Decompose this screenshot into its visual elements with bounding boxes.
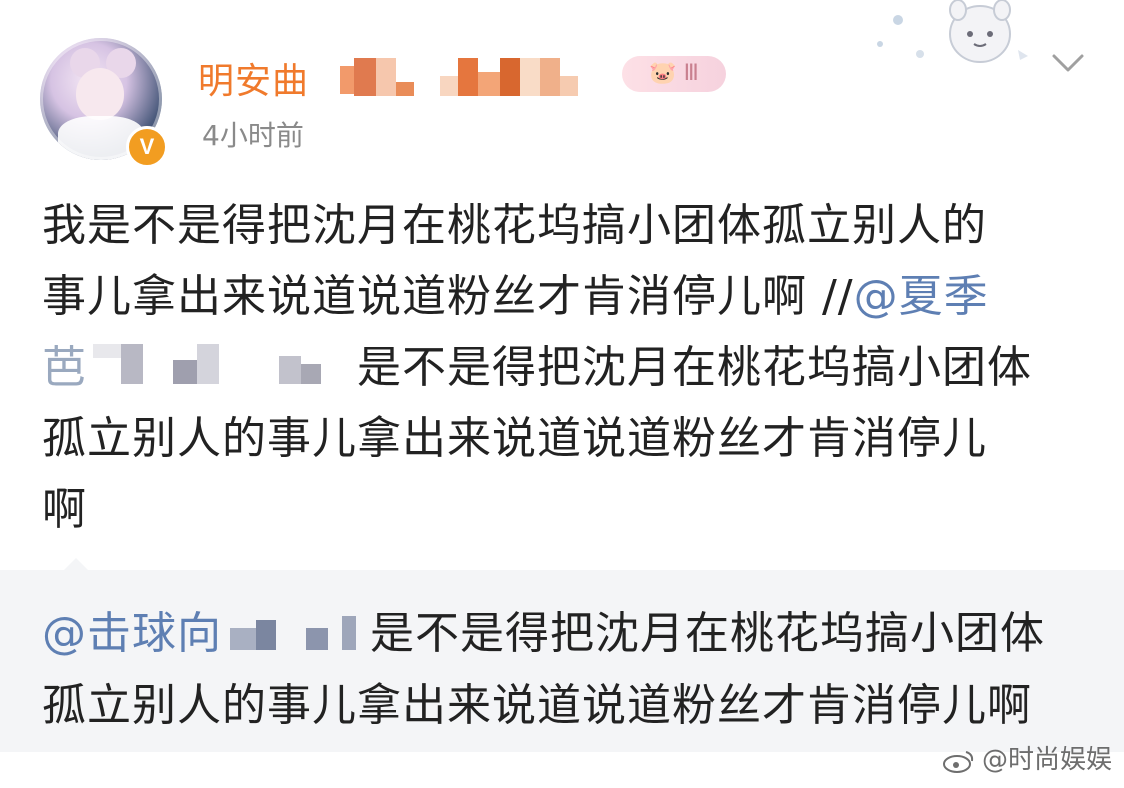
post-line: 事儿拿出来说道说道粉丝才肯消停儿啊 //@夏季 [42, 261, 1092, 332]
username-redacted-mosaic [500, 58, 578, 96]
mention-link[interactable]: @夏季 [854, 271, 989, 322]
watermark-text: @时尚娱娱 [981, 745, 1112, 775]
post-line-text: 是不是得把沈月在桃花坞搞小团体 [357, 342, 1032, 393]
avatar-face [76, 68, 124, 120]
quote-line-text: 是不是得把沈月在桃花坞搞小团体 [370, 608, 1045, 659]
post-content: 我是不是得把沈月在桃花坞搞小团体孤立别人的 事儿拿出来说道说道粉丝才肯消停儿啊 … [42, 190, 1092, 545]
quote-line: @击球向 是不是得把沈月在桃花坞搞小团体 [42, 598, 1102, 670]
post-line: 孤立别人的事儿拿出来说道说道粉丝才肯消停儿 [42, 413, 987, 464]
username[interactable]: 明安曲 [198, 52, 309, 104]
mention-redacted-mosaic [222, 610, 370, 650]
pig-icon: 🐷 [649, 61, 677, 86]
verified-v-icon: V [126, 126, 168, 168]
post-line-text: 事儿拿出来说道说道粉丝才肯消停儿啊 // [42, 271, 854, 322]
username-redacted-mosaic [440, 58, 500, 96]
weibo-logo-icon [942, 750, 974, 773]
decoration-sticker-icon [877, 0, 1028, 63]
post-line: 啊 [42, 484, 87, 535]
post-line: 我是不是得把沈月在桃花坞搞小团体孤立别人的 [42, 200, 987, 251]
mention-link-continued[interactable]: 芭 [42, 342, 87, 393]
post-time: 4小时前 [202, 119, 304, 152]
member-level-badge[interactable]: 🐷 Ⅲ [622, 56, 726, 92]
mention-link[interactable]: @击球向 [42, 608, 222, 659]
watermark: @时尚娱娱 [942, 739, 1112, 776]
quote-line: 孤立别人的事儿拿出来说道说道粉丝才肯消停儿啊 [42, 680, 1032, 731]
username-redacted-mosaic [340, 58, 414, 96]
chevron-down-icon[interactable] [1050, 48, 1086, 78]
post-line: 芭 是不是得把沈月在桃花坞搞小团体 [42, 332, 1092, 403]
quoted-post-content: @击球向 是不是得把沈月在桃花坞搞小团体 孤立别人的事儿拿出来说道说道粉丝才肯消… [42, 598, 1102, 742]
mention-redacted-mosaic [87, 344, 357, 384]
